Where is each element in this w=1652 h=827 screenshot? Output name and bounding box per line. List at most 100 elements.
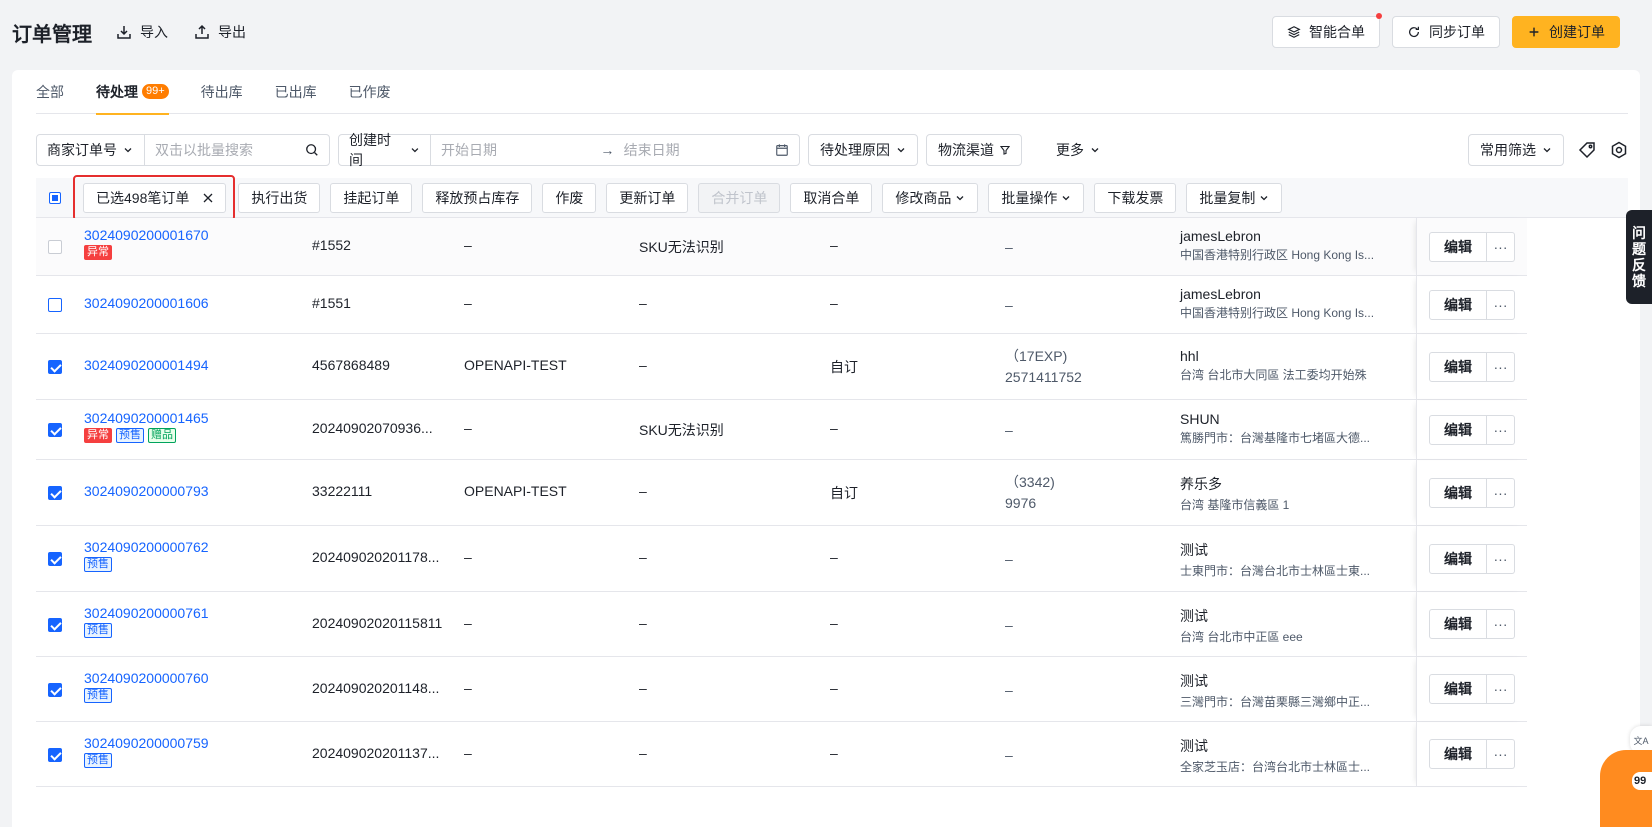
row-checkbox[interactable] xyxy=(48,298,62,312)
create-order-button[interactable]: 创建订单 xyxy=(1512,16,1620,48)
more-actions-button[interactable]: ··· xyxy=(1487,289,1515,320)
tab-to-ship[interactable]: 待出库 xyxy=(201,70,243,114)
logistics-channel: – xyxy=(1005,239,1013,255)
more-actions-button[interactable]: ··· xyxy=(1487,351,1515,382)
close-icon[interactable] xyxy=(203,193,213,203)
ship-button[interactable]: 执行出货 xyxy=(238,182,321,213)
cancel-merge-button[interactable]: 取消合单 xyxy=(790,182,873,213)
customer-info: 测试 全家芝玉店：台湾台北市士林區士... xyxy=(1180,736,1370,775)
row-checkbox[interactable] xyxy=(48,552,62,566)
more-actions-button[interactable]: ··· xyxy=(1487,477,1515,508)
row-checkbox[interactable] xyxy=(48,747,62,762)
smart-merge-label: 智能合单 xyxy=(1309,24,1365,40)
delivery-method: – xyxy=(830,679,838,696)
order-search-group: 商家订单号 双击以批量搜索 xyxy=(36,134,330,166)
row-checkbox[interactable] xyxy=(48,423,62,437)
edit-button[interactable]: 编辑 xyxy=(1429,289,1487,320)
release-stock-button[interactable]: 释放预占库存 xyxy=(422,182,533,213)
batch-copy-button[interactable]: 批量复制 xyxy=(1186,182,1283,213)
search-icon[interactable] xyxy=(305,143,319,157)
more-actions-button[interactable]: ··· xyxy=(1487,414,1515,445)
table-row[interactable]: 3024090200000793 33222111 OPENAPI-TEST –… xyxy=(36,460,1527,526)
button-label: 批量复制 xyxy=(1199,189,1256,206)
edit-button[interactable]: 编辑 xyxy=(1429,739,1487,769)
more-filters-button[interactable]: 更多 xyxy=(1056,140,1100,160)
table-row[interactable]: 3024090200001670 异常 #1552 – SKU无法识别 – – … xyxy=(36,218,1527,276)
more-actions-button[interactable]: ··· xyxy=(1487,674,1515,704)
order-list-card: 全部 待处理 99+ 待出库 已出库 已作废 商家订单号 双击以批量搜索 创建时间… xyxy=(12,70,1640,827)
more-actions-button[interactable]: ··· xyxy=(1487,543,1515,574)
chevron-down-icon xyxy=(1543,148,1551,153)
order-tag: 预售 xyxy=(116,428,144,443)
void-button[interactable]: 作废 xyxy=(542,182,597,213)
tab-voided[interactable]: 已作废 xyxy=(349,70,391,114)
order-number-link[interactable]: 3024090200001606 xyxy=(84,295,209,311)
search-input[interactable]: 双击以批量搜索 xyxy=(145,135,329,165)
table-row[interactable]: 3024090200000762 预售 202409020201178... –… xyxy=(36,526,1527,592)
merge-order-button[interactable]: 合并订单 xyxy=(698,182,781,213)
export-button[interactable]: 导出 xyxy=(194,22,246,42)
feedback-tab[interactable]: 问题反馈 xyxy=(1626,210,1652,304)
more-actions-button[interactable]: ··· xyxy=(1487,609,1515,639)
tag-icon[interactable] xyxy=(1578,141,1596,159)
chevron-down-icon xyxy=(897,148,905,153)
table-row[interactable]: 3024090200000760 预售 202409020201148... –… xyxy=(36,657,1527,722)
import-button[interactable]: 导入 xyxy=(116,22,168,42)
table-row[interactable]: 3024090200001606 #1551 – – – – jamesLebr… xyxy=(36,276,1527,334)
order-number-link[interactable]: 3024090200000762 xyxy=(84,539,209,555)
download-invoice-button[interactable]: 下载发票 xyxy=(1094,182,1177,213)
edit-button[interactable]: 编辑 xyxy=(1429,543,1487,574)
customer-info: hhl 台湾 台北市大同區 法工委均开始殊 xyxy=(1180,348,1367,383)
logistics-filter[interactable]: 物流渠道 xyxy=(926,134,1022,166)
common-filter-select[interactable]: 常用筛选 xyxy=(1468,134,1564,166)
order-number-link[interactable]: 3024090200000760 xyxy=(84,670,209,686)
edit-button[interactable]: 编辑 xyxy=(1429,414,1487,445)
status-tabs: 全部 待处理 99+ 待出库 已出库 已作废 xyxy=(36,70,1628,115)
settings-icon[interactable] xyxy=(1610,141,1628,159)
table-row[interactable]: 3024090200001494 4567868489 OPENAPI-TEST… xyxy=(36,334,1527,400)
edit-button[interactable]: 编辑 xyxy=(1429,351,1487,382)
batch-operations-button[interactable]: 批量操作 xyxy=(988,182,1085,213)
smart-merge-button[interactable]: 智能合单 xyxy=(1272,13,1382,48)
start-date-placeholder: 开始日期 xyxy=(441,142,497,158)
logistics-info: – xyxy=(1005,745,1013,766)
order-source: – xyxy=(464,679,472,696)
more-actions-button[interactable]: ··· xyxy=(1487,739,1515,769)
row-checkbox[interactable] xyxy=(48,240,62,254)
row-checkbox[interactable] xyxy=(48,360,62,374)
edit-button[interactable]: 编辑 xyxy=(1429,477,1487,508)
order-number-link[interactable]: 3024090200001494 xyxy=(84,357,209,373)
order-number-link[interactable]: 3024090200001670 xyxy=(84,227,209,243)
order-number-link[interactable]: 3024090200000759 xyxy=(84,735,209,751)
update-order-button[interactable]: 更新订单 xyxy=(606,182,689,213)
order-field-select[interactable]: 商家订单号 xyxy=(37,135,145,165)
pending-reason-select[interactable]: 待处理原因 xyxy=(808,134,918,166)
order-number-link[interactable]: 3024090200001465 xyxy=(84,410,209,426)
customer-address: 台湾 台北市大同區 法工委均开始殊 xyxy=(1180,368,1367,382)
select-all-checkbox[interactable] xyxy=(49,191,61,204)
more-actions-button[interactable]: ··· xyxy=(1487,231,1515,262)
table-row[interactable]: 3024090200000759 预售 202409020201137... –… xyxy=(36,722,1527,787)
time-field-select[interactable]: 创建时间 xyxy=(339,132,431,168)
edit-products-button[interactable]: 修改商品 xyxy=(882,182,979,213)
date-range-input[interactable]: 开始日期 → 结束日期 xyxy=(431,135,799,165)
row-checkbox[interactable] xyxy=(48,486,62,500)
row-checkbox[interactable] xyxy=(48,682,62,697)
customer-name: 测试 xyxy=(1180,542,1208,558)
table-row[interactable]: 3024090200000761 预售 20240902020115811 – … xyxy=(36,592,1527,657)
tab-shipped[interactable]: 已出库 xyxy=(275,70,317,114)
edit-button[interactable]: 编辑 xyxy=(1429,609,1487,639)
suspend-button[interactable]: 挂起订单 xyxy=(330,182,413,213)
table-row[interactable]: 3024090200001465 异常 预售 赠品 20240902070936..… xyxy=(36,400,1527,460)
sync-orders-button[interactable]: 同步订单 xyxy=(1392,16,1500,48)
row-checkbox[interactable] xyxy=(48,617,62,632)
order-number-link[interactable]: 3024090200000761 xyxy=(84,605,209,621)
logistics-info: （3342) 9976 xyxy=(1005,472,1055,514)
edit-button[interactable]: 编辑 xyxy=(1429,231,1487,262)
order-number-link[interactable]: 3024090200000793 xyxy=(84,483,209,499)
edit-button[interactable]: 编辑 xyxy=(1429,674,1487,704)
tab-pending[interactable]: 待处理 99+ xyxy=(96,70,169,115)
feedback-char: 问 xyxy=(1632,225,1646,241)
tab-all[interactable]: 全部 xyxy=(36,70,64,114)
customer-name: jamesLebron xyxy=(1180,286,1261,302)
